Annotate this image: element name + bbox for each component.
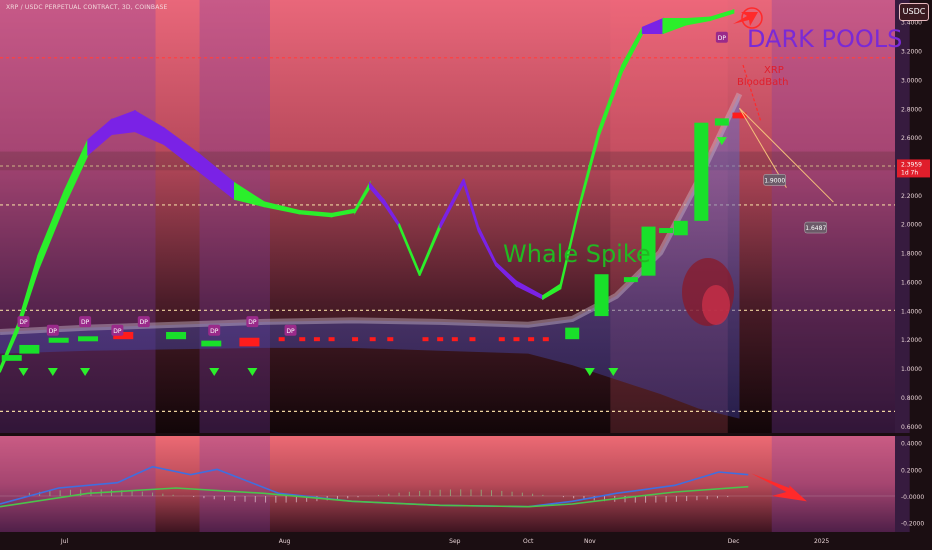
price-tick: 3.0000 <box>901 77 922 84</box>
small-candle <box>328 337 335 342</box>
whale-spike-label: Whale Spike <box>503 240 651 268</box>
chart-canvas[interactable]: DP DP DP DP DP DP DP DP DP 1.9000 1.6487 0.6000 0.… <box>0 0 932 550</box>
price-tick: 2.8000 <box>901 106 922 113</box>
small-candle <box>387 337 394 342</box>
price-tick: 2.6000 <box>901 135 922 142</box>
small-candle <box>469 337 476 342</box>
small-candle <box>299 337 306 342</box>
target-label: 1.9000 <box>764 177 785 184</box>
price-tick: 2.0000 <box>901 222 922 229</box>
price-tick: 2.2000 <box>901 193 922 200</box>
time-tick: Sep <box>449 538 461 545</box>
price-tick: 1.0000 <box>901 366 922 373</box>
candle <box>594 274 609 317</box>
small-candle <box>513 337 520 342</box>
level-zone <box>0 151 895 171</box>
dp-label: DP <box>49 328 58 335</box>
price-tick: 1.8000 <box>901 251 922 258</box>
time-tick: Dec <box>728 538 740 545</box>
shade-zone-osc <box>0 436 156 532</box>
dp-label: DP <box>19 319 28 326</box>
chart-title: XRP / USDC PERPETUAL CONTRACT, 3D, COINB… <box>6 4 168 11</box>
small-candle <box>498 337 505 342</box>
dp-label: DP <box>286 328 295 335</box>
time-axis-bg <box>0 532 895 550</box>
price-tick: 3.2000 <box>901 49 922 56</box>
dp-label: DP <box>718 35 727 42</box>
xrp-label: XRP <box>764 65 784 76</box>
blood-splatter-core <box>702 285 730 325</box>
small-candle <box>437 337 444 342</box>
osc-tick: -0.0000 <box>901 494 924 501</box>
dp-label: DP <box>113 328 122 335</box>
currency-button[interactable]: USDC <box>899 3 929 21</box>
price-tick: 1.2000 <box>901 337 922 344</box>
candle <box>673 220 688 236</box>
candle <box>659 228 674 234</box>
candle <box>78 336 99 342</box>
candle <box>714 118 729 126</box>
osc-tick: 0.4000 <box>901 441 922 448</box>
osc-tick: 0.2000 <box>901 467 922 474</box>
dp-label: DP <box>140 319 149 326</box>
candle <box>48 337 69 343</box>
price-badge-countdown: 1d 7h <box>901 169 918 176</box>
time-tick: Jul <box>60 538 69 545</box>
small-candle <box>542 337 549 342</box>
candle <box>1 355 22 361</box>
dp-label: DP <box>210 328 219 335</box>
candle <box>19 344 40 354</box>
small-candle <box>352 337 359 342</box>
small-candle <box>369 337 376 342</box>
osc-tick: -0.2000 <box>901 521 924 528</box>
bloodbath-label: BloodBath <box>737 77 788 88</box>
small-candle <box>528 337 535 342</box>
shade-zone-osc <box>771 436 910 532</box>
target-label: 1.6487 <box>805 225 826 232</box>
price-tick: 0.8000 <box>901 395 922 402</box>
dark-pools-label: DARK POOLS <box>747 25 902 53</box>
time-tick: Aug <box>279 538 291 545</box>
candle <box>166 331 187 340</box>
candle <box>694 122 709 221</box>
small-candle <box>313 337 320 342</box>
shade-zone-osc <box>199 436 270 532</box>
price-badge-value: 2.3959 <box>901 161 922 168</box>
small-candle <box>451 337 458 342</box>
dp-label: DP <box>81 319 90 326</box>
trading-chart: DP DP DP DP DP DP DP DP DP 1.9000 1.6487 0.6000 0.… <box>0 0 932 550</box>
candle <box>623 277 638 283</box>
dp-label: DP <box>248 319 257 326</box>
candle <box>565 327 580 340</box>
small-candle <box>278 337 285 342</box>
small-candle <box>422 337 429 342</box>
time-tick: Nov <box>584 538 596 545</box>
candle <box>201 340 222 347</box>
price-tick: 1.4000 <box>901 308 922 315</box>
price-tick: 1.6000 <box>901 279 922 286</box>
time-tick: 2025 <box>814 538 829 545</box>
shade-zone <box>771 0 910 433</box>
candle <box>239 337 260 347</box>
time-tick: Oct <box>523 538 534 545</box>
price-tick: 0.6000 <box>901 424 922 431</box>
